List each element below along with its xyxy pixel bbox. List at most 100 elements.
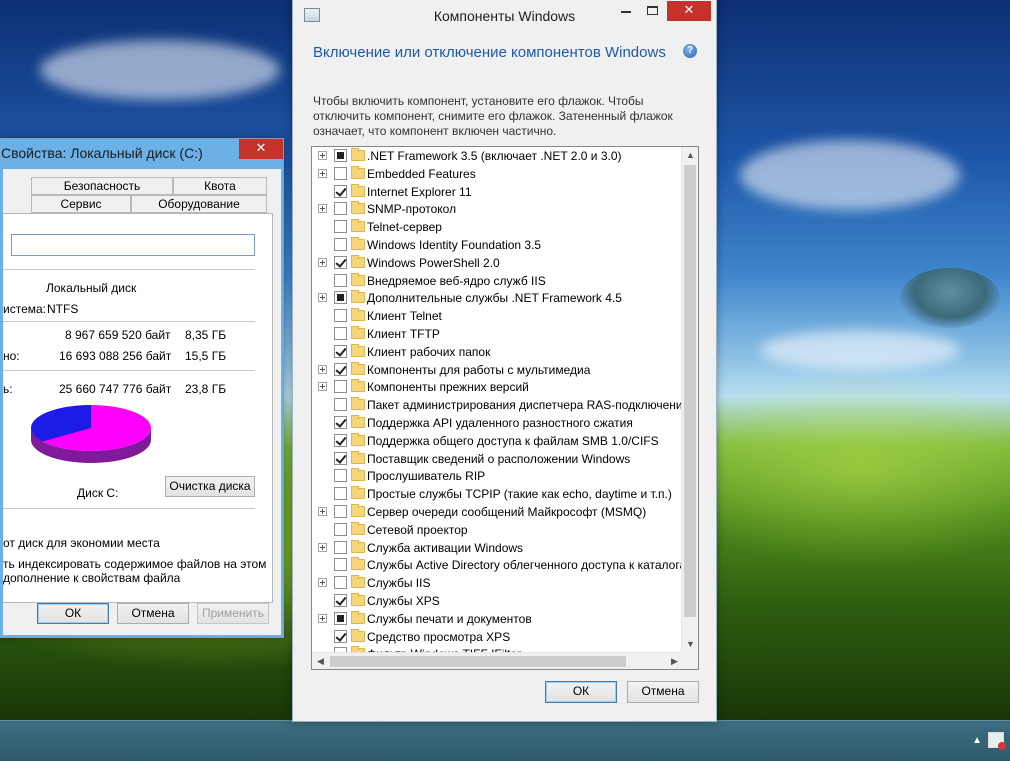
horizontal-scroll-thumb[interactable] <box>330 656 626 667</box>
tray-show-hidden-icon[interactable]: ▲ <box>972 735 982 746</box>
feature-checkbox[interactable] <box>334 309 347 323</box>
expand-plus-icon[interactable] <box>318 364 327 374</box>
feature-checkbox[interactable] <box>334 451 347 465</box>
feature-row[interactable]: Дополнительные службы .NET Framework 4.5 <box>312 289 683 307</box>
feature-row[interactable]: Telnet-сервер <box>312 218 683 236</box>
feature-row[interactable]: Сетевой проектор <box>312 521 683 539</box>
feature-row[interactable]: Windows Identity Foundation 3.5 <box>312 236 683 254</box>
feature-checkbox[interactable] <box>334 255 347 269</box>
folder-icon <box>351 521 365 535</box>
tab-service[interactable]: Сервис <box>31 195 131 213</box>
expand-plus-icon[interactable] <box>318 578 327 588</box>
tab-quota[interactable]: Квота <box>173 177 267 195</box>
feature-row[interactable]: Embedded Features <box>312 165 683 183</box>
feature-row[interactable]: Прослушиватель RIP <box>312 467 683 485</box>
feature-checkbox[interactable] <box>334 362 347 376</box>
feature-row[interactable]: Компоненты прежних версий <box>312 378 683 396</box>
help-icon[interactable]: ? <box>683 44 697 58</box>
feature-checkbox[interactable] <box>334 522 347 536</box>
feature-row[interactable]: Службы Active Directory облегченного дос… <box>312 556 694 574</box>
feature-row[interactable]: Клиент рабочих папок <box>312 343 683 361</box>
feature-row[interactable]: Internet Explorer 11 <box>312 183 683 201</box>
feature-checkbox[interactable] <box>334 433 347 447</box>
folder-icon <box>351 325 365 339</box>
scroll-left-arrow-icon[interactable]: ◀ <box>312 653 329 669</box>
feature-checkbox[interactable] <box>334 291 347 305</box>
tab-security[interactable]: Безопасность <box>31 177 173 195</box>
feature-checkbox[interactable] <box>334 415 347 429</box>
feature-row[interactable]: Службы печати и документов <box>312 610 683 628</box>
expand-plus-icon[interactable] <box>318 204 327 214</box>
feature-checkbox[interactable] <box>334 629 347 643</box>
feature-row[interactable]: Компоненты для работы с мультимедиа <box>312 361 683 379</box>
feature-row[interactable]: Сервер очереди сообщений Майкрософт (MSM… <box>312 503 683 521</box>
features-close-button[interactable]: ✕ <box>667 1 711 21</box>
properties-titlebar[interactable]: Свойства: Локальный диск (С:) ✕ <box>0 139 283 169</box>
feature-row[interactable]: Служба активации Windows <box>312 539 683 557</box>
features-titlebar[interactable]: Компоненты Windows ✕ <box>293 0 716 31</box>
expand-plus-icon[interactable] <box>318 257 327 267</box>
feature-checkbox[interactable] <box>334 202 347 216</box>
expand-plus-icon[interactable] <box>318 151 327 160</box>
expand-plus-icon[interactable] <box>318 293 327 303</box>
expand-plus-icon[interactable] <box>318 168 327 178</box>
feature-row[interactable]: Пакет администрирования диспетчера RAS-п… <box>312 396 689 414</box>
feature-checkbox[interactable] <box>334 220 347 234</box>
feature-row[interactable]: Поддержка общего доступа к файлам SMB 1.… <box>312 432 683 450</box>
disk-cleanup-button[interactable]: Очистка диска <box>165 476 255 497</box>
feature-row[interactable]: Службы IIS <box>312 574 683 592</box>
properties-ok-button[interactable]: ОК <box>37 603 109 624</box>
feature-row[interactable]: Клиент Telnet <box>312 307 683 325</box>
feature-label: Поставщик сведений о расположении Window… <box>367 451 631 466</box>
feature-checkbox[interactable] <box>334 184 347 198</box>
feature-row[interactable]: Внедряемое веб-ядро служб IIS <box>312 272 683 290</box>
feature-checkbox[interactable] <box>334 487 347 501</box>
feature-checkbox[interactable] <box>334 149 347 162</box>
feature-row[interactable]: Простые службы TCPIP (такие как echo, da… <box>312 485 683 503</box>
feature-checkbox[interactable] <box>334 469 347 483</box>
expand-plus-icon[interactable] <box>318 613 327 623</box>
feature-row[interactable]: Поставщик сведений о расположении Window… <box>312 450 683 468</box>
feature-checkbox[interactable] <box>334 611 347 625</box>
properties-apply-button[interactable]: Применить <box>197 603 269 624</box>
feature-checkbox[interactable] <box>334 540 347 554</box>
scroll-down-arrow-icon[interactable]: ▼ <box>682 636 698 653</box>
feature-checkbox[interactable] <box>334 326 347 340</box>
expand-plus-icon[interactable] <box>318 506 327 516</box>
features-cancel-button[interactable]: Отмена <box>627 681 699 703</box>
vertical-scroll-thumb[interactable] <box>684 165 696 617</box>
used-bytes: 8 967 659 520 байт <box>65 328 171 342</box>
feature-checkbox[interactable] <box>334 504 347 518</box>
properties-cancel-button[interactable]: Отмена <box>117 603 189 624</box>
feature-row[interactable]: Поддержка API удаленного разностного сжа… <box>312 414 683 432</box>
feature-checkbox[interactable] <box>334 398 347 412</box>
minimize-icon[interactable] <box>621 11 631 13</box>
feature-row[interactable]: Клиент TFTP <box>312 325 683 343</box>
maximize-icon[interactable] <box>647 6 658 15</box>
feature-checkbox[interactable] <box>334 273 347 287</box>
feature-checkbox[interactable] <box>334 576 347 590</box>
folder-icon <box>351 308 365 322</box>
tab-hardware[interactable]: Оборудование <box>131 195 267 213</box>
feature-row[interactable]: Службы XPS <box>312 592 683 610</box>
feature-checkbox[interactable] <box>334 593 347 607</box>
properties-close-button[interactable]: ✕ <box>239 139 283 159</box>
expand-plus-icon[interactable] <box>318 382 327 392</box>
action-center-flag-icon[interactable] <box>988 732 1006 750</box>
folder-icon <box>351 236 365 250</box>
vertical-scrollbar[interactable]: ▲ ▼ <box>681 147 698 653</box>
feature-checkbox[interactable] <box>334 166 347 180</box>
scroll-up-arrow-icon[interactable]: ▲ <box>682 147 698 164</box>
feature-row[interactable]: .NET Framework 3.5 (включает .NET 2.0 и … <box>312 147 683 165</box>
drive-label-input[interactable] <box>11 234 255 256</box>
feature-row[interactable]: Windows PowerShell 2.0 <box>312 254 683 272</box>
feature-checkbox[interactable] <box>334 237 347 251</box>
features-ok-button[interactable]: ОК <box>545 681 617 703</box>
feature-checkbox[interactable] <box>334 380 347 394</box>
feature-checkbox[interactable] <box>334 344 347 358</box>
expand-plus-icon[interactable] <box>318 542 327 552</box>
feature-row[interactable]: SNMP-протокол <box>312 200 683 218</box>
horizontal-scrollbar[interactable]: ◀ ▶ <box>312 652 683 669</box>
feature-checkbox[interactable] <box>334 558 347 572</box>
feature-row[interactable]: Средство просмотра XPS <box>312 628 683 646</box>
